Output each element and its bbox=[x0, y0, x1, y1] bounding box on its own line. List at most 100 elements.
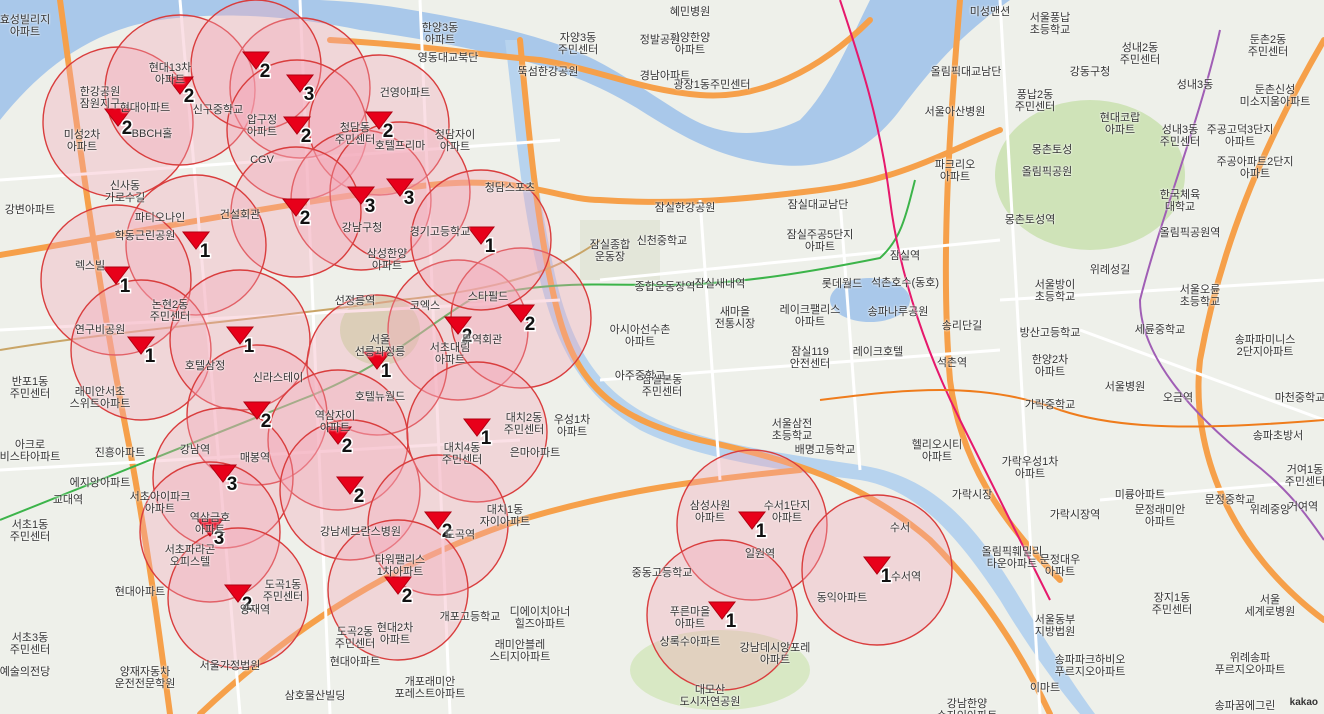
map-place-label: 장지1동 주민센터 bbox=[1151, 592, 1193, 616]
map-place-label: 서울동부 지방법원 bbox=[1034, 614, 1076, 638]
map-place-label: 대모산 도시자연공원 bbox=[679, 684, 741, 708]
map-place-label: 잠실한강공원 bbox=[654, 202, 716, 214]
map-place-label: 현대2차 아파트 bbox=[376, 622, 414, 646]
map-place-label: 경기고등학교 bbox=[409, 226, 471, 238]
cluster-count: 2 bbox=[402, 586, 413, 607]
map-place-label: 수서1단지 아파트 bbox=[763, 500, 811, 524]
map-place-label: 한국체육 대학교 bbox=[1159, 189, 1201, 213]
map-place-label: 문정대우 아파트 bbox=[1039, 554, 1081, 578]
map-place-label: 신라스테이 bbox=[252, 372, 304, 384]
map-place-label: 송파초방서 bbox=[1252, 430, 1304, 442]
map-place-label: 청담자이 아파트 bbox=[434, 129, 476, 153]
map-place-label: 양재역 bbox=[239, 604, 271, 616]
map-place-label: 역삼금호 아파트 bbox=[189, 512, 231, 536]
map-place-label: 아주중학교 bbox=[614, 370, 666, 382]
map-place-label: 강동구청 bbox=[1069, 66, 1111, 78]
map-place-label: 오금역 bbox=[1162, 392, 1194, 404]
map-place-label: 압구정 아파트 bbox=[246, 114, 278, 138]
cluster-count: 2 bbox=[260, 61, 271, 82]
map-place-label: 현대아파트 bbox=[329, 656, 381, 668]
map-place-label: 수서 bbox=[889, 522, 911, 534]
map-place-label: 잠실새내역 bbox=[694, 278, 746, 290]
map-place-label: 헬리오시티 아파트 bbox=[911, 439, 963, 463]
map-place-label: 논현2동 주민센터 bbox=[149, 299, 191, 323]
map-place-label: BBCH홀 bbox=[131, 128, 173, 140]
map-place-label: 서초파라곤 오피스텔 bbox=[164, 544, 216, 568]
map-place-label: 석촌역 bbox=[936, 357, 968, 369]
map-place-label: 디에이치아너 힐즈아파트 bbox=[509, 606, 571, 630]
map-place-label: 몽촌토성역 bbox=[1004, 214, 1056, 226]
map-place-label: 건영아파트 bbox=[379, 87, 431, 99]
map-place-label: 파티오나인 bbox=[134, 212, 186, 224]
map-place-label: 도곡역 bbox=[444, 529, 476, 541]
cluster-count: 3 bbox=[227, 474, 238, 495]
map-place-label: 자양3동 주민센터 bbox=[557, 32, 599, 56]
map-place-label: 상록수아파트 bbox=[659, 636, 721, 648]
map-place-label: 우성1차 아파트 bbox=[553, 414, 591, 438]
map-place-label: 위례송파 푸르지오아파트 bbox=[1214, 652, 1286, 676]
map-place-label: 송파파미니스 2단지아파트 bbox=[1234, 334, 1296, 358]
map-place-label: 광장1동주민센터 bbox=[673, 79, 751, 91]
cluster-count: 3 bbox=[404, 188, 415, 209]
map-place-label: 개포래미안 포레스트아파트 bbox=[394, 676, 466, 700]
cluster-count: 1 bbox=[200, 241, 211, 262]
map-place-label: 서울아산병원 bbox=[924, 106, 986, 118]
map-place-label: 매봉역 bbox=[239, 452, 271, 464]
map-place-label: 미륭아파트 bbox=[1114, 489, 1166, 501]
cluster-count: 2 bbox=[354, 486, 365, 507]
map-place-label: 교대역 bbox=[52, 494, 84, 506]
cluster-count: 1 bbox=[485, 236, 496, 257]
map-place-label: 연구비공원 bbox=[74, 324, 126, 336]
map-place-label: 도곡1동 주민센터 bbox=[262, 579, 304, 603]
map-place-label: 서울가정법원 bbox=[199, 660, 261, 672]
map-place-label: 마천중학교 bbox=[1274, 392, 1324, 404]
map-place-label: 일원역 bbox=[744, 548, 776, 560]
map-place-label: 세륜중학교 bbox=[1134, 324, 1186, 336]
map-place-label: 강남데시앙포레 아파트 bbox=[739, 642, 811, 666]
map-place-label: 레이크호텔 bbox=[852, 346, 904, 358]
map-place-label: 서울방이 초등학교 bbox=[1034, 279, 1076, 303]
map-place-label: 진흥아파트 bbox=[94, 447, 146, 459]
map-place-label: CGV bbox=[250, 154, 274, 166]
map-place-label: 잠실역 bbox=[889, 250, 921, 262]
map-place-label: 래미안블레 스티지아파트 bbox=[489, 639, 551, 663]
map-place-label: 현대아파트 bbox=[119, 102, 171, 114]
map-place-label: 개포고등학교 bbox=[439, 611, 501, 623]
map-place-label: 배명고등학교 bbox=[794, 444, 856, 456]
map-place-label: 올림픽공원 bbox=[1021, 166, 1073, 178]
map-place-label: 삼성한양 아파트 bbox=[366, 248, 408, 272]
cluster-count: 1 bbox=[120, 276, 131, 297]
map-place-label: 효성빌리지 아파트 bbox=[0, 14, 51, 38]
map-place-label: 서울 선릉과정릉 bbox=[354, 334, 406, 358]
map-place-label: 양재자동차 운전전문학원 bbox=[114, 666, 176, 690]
map-place-label: 서초대림 아파트 bbox=[429, 342, 471, 366]
map-place-label: 대치1동 자이아파트 bbox=[479, 504, 531, 528]
map-place-label: 송파나루공원 bbox=[867, 306, 929, 318]
map-place-label: 서울 세계로병원 bbox=[1244, 594, 1296, 618]
map-place-label: 서울풍납 초등학교 bbox=[1029, 12, 1071, 36]
cluster-count: 3 bbox=[365, 196, 376, 217]
map-place-label: 올림픽공원역 bbox=[1159, 227, 1221, 239]
map-place-label: 현대13차 아파트 bbox=[148, 62, 192, 86]
map-place-label: 거여1동 주민센터 bbox=[1284, 464, 1324, 488]
map-place-label: 예술의전당 bbox=[0, 666, 51, 678]
cluster-count: 1 bbox=[756, 521, 767, 542]
map-place-label: 송리단길 bbox=[941, 320, 983, 332]
map-place-label: 강변아파트 bbox=[4, 204, 56, 216]
map-place-label: 신사동 가로수길 bbox=[104, 180, 146, 204]
map-place-label: 푸른마을 아파트 bbox=[669, 606, 711, 630]
map-place-label: 주공고덕3단지 아파트 bbox=[1206, 124, 1274, 148]
map-place-label: 주공아파트2단지 아파트 bbox=[1216, 156, 1294, 180]
map-place-label: 호텔뉴월드 bbox=[354, 391, 406, 403]
map-place-label: 석촌호수(동호) bbox=[870, 277, 940, 289]
map-place-label: 코엑스 bbox=[409, 300, 441, 312]
map-place-label: 래미안서초 스위트아파트 bbox=[69, 386, 131, 410]
cluster-count: 2 bbox=[261, 411, 272, 432]
map-place-label: 정발공원 bbox=[639, 34, 681, 46]
map-place-label: 삼호물산빌딩 bbox=[284, 690, 346, 702]
cluster-count: 1 bbox=[244, 336, 255, 357]
map-place-label: 서울삼전 초등학교 bbox=[771, 418, 813, 442]
map-place-label: 혜민병원 bbox=[669, 6, 711, 18]
map-canvas[interactable]: 22322233211221111221323222111 효성빌리지 아파트 한양… bbox=[0, 0, 1324, 714]
map-place-label: 청담스포츠 bbox=[484, 182, 536, 194]
